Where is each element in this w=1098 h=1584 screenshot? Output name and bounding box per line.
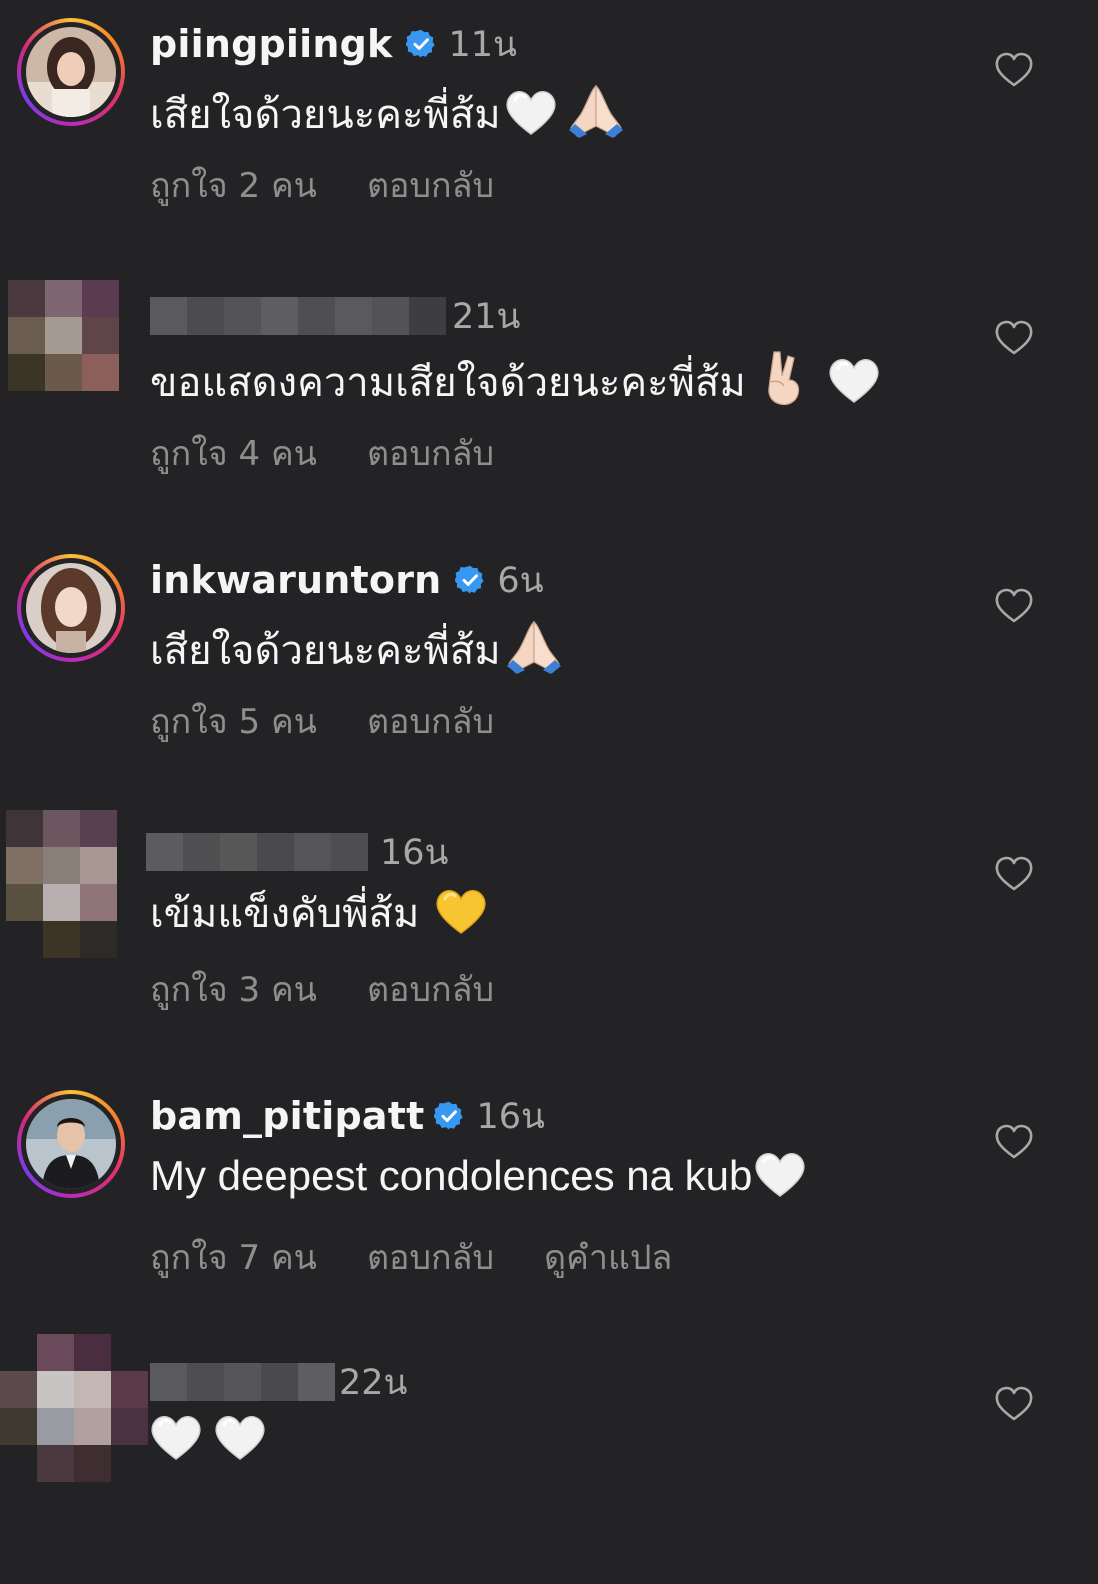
comment-text: ขอแสดงความเสียใจด้วยนะคะพี่ส้ม <box>150 350 880 411</box>
heart-outline-icon[interactable] <box>994 320 1034 356</box>
comment-actions: ถูกใจ 7 คน ตอบกลับ ดูคำแปล <box>150 1230 672 1284</box>
heart-outline-icon[interactable] <box>994 1124 1034 1160</box>
redacted-username[interactable] <box>146 833 368 871</box>
comment-text: เสียใจด้วยนะคะพี่ส้ม <box>150 82 625 143</box>
comment-header: piingpiingk 11น <box>150 18 517 70</box>
heart-outline-icon[interactable] <box>994 856 1034 892</box>
comment-item: 21น ขอแสดงความเสียใจด้วยนะคะพี่ส้ม ถูกใจ… <box>0 268 1098 518</box>
comment-body: ขอแสดงความเสียใจด้วยนะคะพี่ส้ม <box>150 360 746 406</box>
redacted-username[interactable] <box>150 1363 335 1401</box>
heart-outline-icon[interactable] <box>994 1386 1034 1422</box>
comment-item: 16น เข้มแข็งคับพี่ส้ม ถูกใจ 3 คน ตอบกลับ <box>0 804 1098 1054</box>
white-heart-emoji-icon <box>505 88 557 136</box>
comment-header: 22น <box>150 1356 407 1408</box>
comment-body: เข้มแข็งคับพี่ส้ม <box>150 891 420 937</box>
timestamp: 16น <box>380 832 449 873</box>
timestamp: 22น <box>339 1362 408 1403</box>
avatar[interactable] <box>17 554 125 662</box>
likes-count[interactable]: ถูกใจ 7 คน <box>150 1230 317 1284</box>
comment-text <box>150 1412 266 1468</box>
comment-item: bam_pitipatt 16น My deepest condolences … <box>0 1072 1098 1322</box>
likes-count[interactable]: ถูกใจ 3 คน <box>150 962 317 1016</box>
reply-button[interactable]: ตอบกลับ <box>367 426 494 480</box>
yellow-heart-emoji-icon <box>435 887 487 935</box>
comment-text: เสียใจด้วยนะคะพี่ส้ม <box>150 618 563 679</box>
folded-hands-emoji-icon <box>505 618 563 674</box>
heart-outline-icon[interactable] <box>994 588 1034 624</box>
comment-text: เข้มแข็งคับพี่ส้ม <box>150 886 487 942</box>
reply-button[interactable]: ตอบกลับ <box>367 694 494 748</box>
comment-actions: ถูกใจ 4 คน ตอบกลับ <box>150 426 494 480</box>
comment-header: inkwaruntorn 6น <box>150 554 544 606</box>
username[interactable]: inkwaruntorn <box>150 558 441 602</box>
verified-badge-icon <box>406 29 436 59</box>
username[interactable]: bam_pitipatt <box>150 1094 424 1138</box>
comment-header: 21น <box>150 290 520 342</box>
verified-badge-icon <box>455 565 485 595</box>
verified-badge-icon <box>434 1101 464 1131</box>
victory-hand-emoji-icon <box>756 350 814 406</box>
comment-item: 22น <box>0 1334 1098 1584</box>
timestamp: 16น <box>476 1096 545 1137</box>
comment-body: เสียใจด้วยนะคะพี่ส้ม <box>150 92 501 138</box>
avatar[interactable] <box>17 1090 125 1198</box>
white-heart-emoji-icon <box>150 1413 202 1461</box>
comment-text: My deepest condolences na kub <box>150 1148 806 1204</box>
comment-actions: ถูกใจ 3 คน ตอบกลับ <box>150 962 494 1016</box>
avatar[interactable] <box>17 18 125 126</box>
comment-item: inkwaruntorn 6น เสียใจด้วยนะคะพี่ส้ม ถูก… <box>0 536 1098 786</box>
folded-hands-emoji-icon <box>567 82 625 138</box>
avatar[interactable] <box>6 810 117 958</box>
likes-count[interactable]: ถูกใจ 4 คน <box>150 426 317 480</box>
white-heart-emoji-icon <box>828 356 880 404</box>
reply-button[interactable]: ตอบกลับ <box>367 1230 494 1284</box>
comment-actions: ถูกใจ 5 คน ตอบกลับ <box>150 694 494 748</box>
reply-button[interactable]: ตอบกลับ <box>367 158 494 212</box>
username[interactable]: piingpiingk <box>150 22 392 66</box>
heart-outline-icon[interactable] <box>994 52 1034 88</box>
reply-button[interactable]: ตอบกลับ <box>367 962 494 1016</box>
avatar[interactable] <box>0 1334 148 1482</box>
see-translation-button[interactable]: ดูคำแปล <box>544 1230 672 1284</box>
likes-count[interactable]: ถูกใจ 5 คน <box>150 694 317 748</box>
avatar[interactable] <box>8 280 119 391</box>
likes-count[interactable]: ถูกใจ 2 คน <box>150 158 317 212</box>
comment-body: เสียใจด้วยนะคะพี่ส้ม <box>150 628 501 674</box>
comment-header: bam_pitipatt 16น <box>150 1090 545 1142</box>
comment-header: 16น <box>146 826 448 878</box>
redacted-username[interactable] <box>150 297 446 335</box>
comment-item: piingpiingk 11น เสียใจด้วยนะคะพี่ส้ม ถูก… <box>0 0 1098 250</box>
comment-actions: ถูกใจ 2 คน ตอบกลับ <box>150 158 494 212</box>
white-heart-emoji-icon <box>754 1150 806 1198</box>
timestamp: 21น <box>452 296 521 337</box>
white-heart-emoji-icon <box>214 1413 266 1461</box>
comment-body: My deepest condolences na kub <box>150 1152 753 1199</box>
timestamp: 6น <box>497 560 544 601</box>
timestamp: 11น <box>448 24 517 65</box>
